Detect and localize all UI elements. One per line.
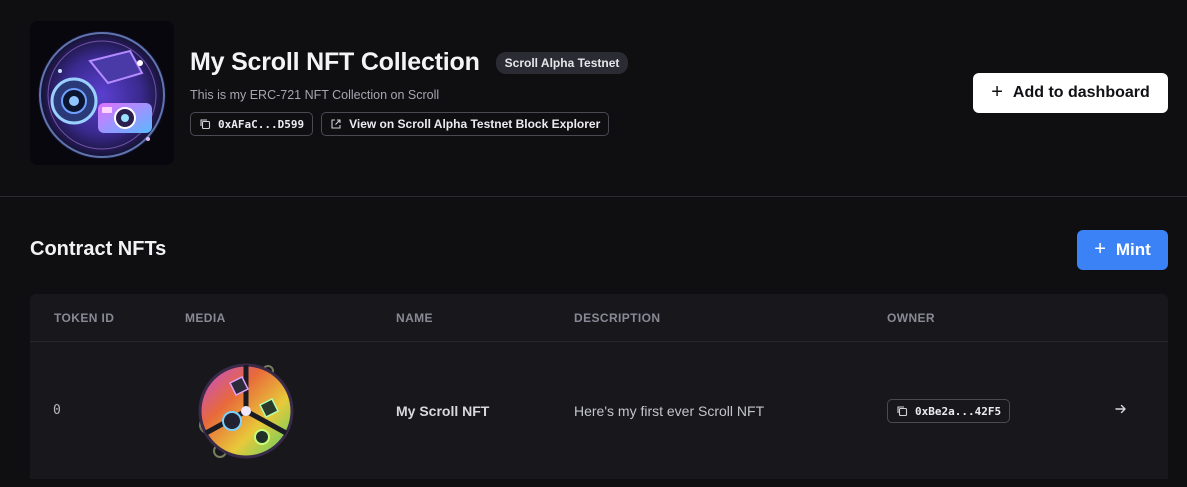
owner-address: 0xBe2a...42F5 [915,404,1002,418]
add-to-dashboard-button[interactable]: + Add to dashboard [973,73,1168,113]
copy-owner-button[interactable]: 0xBe2a...42F5 [887,399,1011,423]
column-header-name: NAME [396,311,433,325]
nft-name: My Scroll NFT [396,403,490,419]
chain-badge: Scroll Alpha Testnet [495,51,629,74]
nft-table: TOKEN ID MEDIA NAME DESCRIPTION OWNER 0 [30,294,1168,479]
mint-button[interactable]: + Mint [1077,230,1168,270]
column-header-description: DESCRIPTION [574,311,661,325]
title-row: My Scroll NFT Collection Scroll Alpha Te… [190,48,629,77]
contract-nfts-page: My Scroll NFT Collection Scroll Alpha Te… [0,0,1187,487]
copy-icon [200,119,211,130]
column-header-token-id: TOKEN ID [54,311,115,325]
block-explorer-label: View on Scroll Alpha Testnet Block Explo… [349,117,601,131]
add-to-dashboard-label: Add to dashboard [1012,84,1150,101]
copy-icon [897,406,908,417]
mint-label: Mint [1115,240,1151,259]
table-header: TOKEN ID MEDIA NAME DESCRIPTION OWNER [30,294,1168,342]
contract-address: 0xAFaC...D599 [218,117,305,131]
token-id: 0 [53,403,61,418]
collection-image [30,21,174,165]
arrow-right-icon[interactable] [1113,401,1129,417]
nft-media [190,355,302,467]
nft-description: Here's my first ever Scroll NFT [574,403,765,419]
collection-description: This is my ERC-721 NFT Collection on Scr… [190,88,440,102]
column-header-media: MEDIA [185,311,226,325]
collection-title: My Scroll NFT Collection [190,48,480,76]
collection-links: 0xAFaC...D599 View on Scroll Alpha Testn… [190,112,610,136]
plus-icon: + [1094,238,1106,260]
column-header-owner: OWNER [887,311,935,325]
table-row[interactable]: 0 My Scroll NFT Here's my first ever Scr… [30,343,1168,479]
plus-icon: + [991,81,1003,103]
copy-address-button[interactable]: 0xAFaC...D599 [190,112,314,136]
collection-header: My Scroll NFT Collection Scroll Alpha Te… [0,0,1187,197]
external-link-icon [331,119,341,129]
section-title: Contract NFTs [30,238,167,260]
block-explorer-link[interactable]: View on Scroll Alpha Testnet Block Explo… [321,112,610,136]
